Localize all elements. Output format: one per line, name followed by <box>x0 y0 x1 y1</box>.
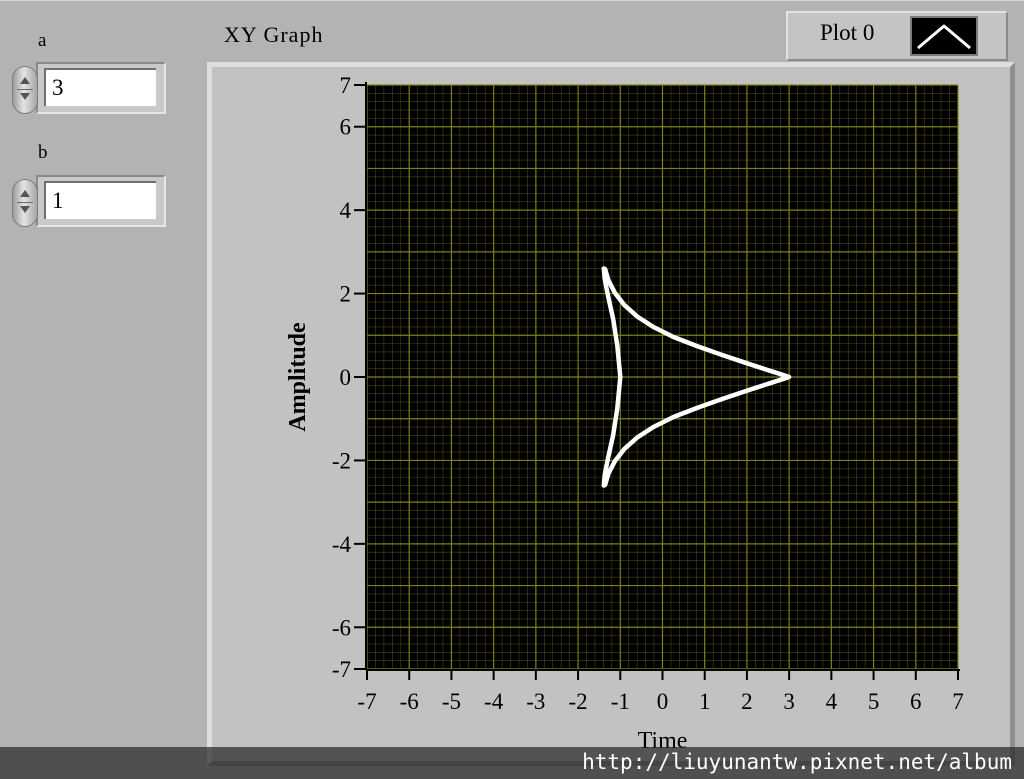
y-tick-label: 4 <box>340 198 352 223</box>
x-tick-label: 3 <box>783 689 795 714</box>
y-axis-ticks: 7 6 4 2 0 -2 -4 -6 -7 <box>332 73 366 682</box>
x-tick-label: -5 <box>442 689 461 714</box>
x-tick-label: 1 <box>699 689 711 714</box>
y-axis-label: Amplitude <box>285 322 311 432</box>
x-tick-label: 2 <box>741 689 753 714</box>
y-tick-label: 2 <box>340 282 352 307</box>
y-tick-label: 7 <box>340 73 352 98</box>
x-tick-label: -7 <box>357 689 376 714</box>
y-tick-label: -2 <box>332 448 351 473</box>
y-tick-label: 6 <box>340 115 352 140</box>
y-tick-label: 0 <box>340 365 352 390</box>
x-tick-label: -3 <box>526 689 545 714</box>
x-tick-label: -2 <box>568 689 587 714</box>
y-tick-label: -6 <box>332 615 351 640</box>
x-tick-label: -4 <box>484 689 504 714</box>
y-tick-label: -4 <box>332 532 352 557</box>
x-tick-label: -1 <box>611 689 630 714</box>
x-tick-label: 7 <box>952 689 964 714</box>
xy-graph[interactable]: -7 -6 -5 -4 -3 -2 -1 0 1 2 3 4 5 6 7 76420-2-4-6-7 Tim… <box>0 0 1024 779</box>
x-tick-label: -6 <box>400 689 419 714</box>
watermark-bar: http://liuyunantw.pixnet.net/album <box>0 747 1024 779</box>
x-tick-label: 0 <box>657 689 669 714</box>
x-tick-label: 4 <box>826 689 838 714</box>
y-tick-label: -7 <box>332 657 351 682</box>
x-tick-label: 6 <box>910 689 922 714</box>
x-tick-label: 5 <box>868 689 880 714</box>
x-axis-ticks: -7 -6 -5 -4 -3 -2 -1 0 1 2 3 4 5 6 7 <box>357 670 964 714</box>
watermark-url: http://liuyunantw.pixnet.net/album <box>582 750 1012 774</box>
